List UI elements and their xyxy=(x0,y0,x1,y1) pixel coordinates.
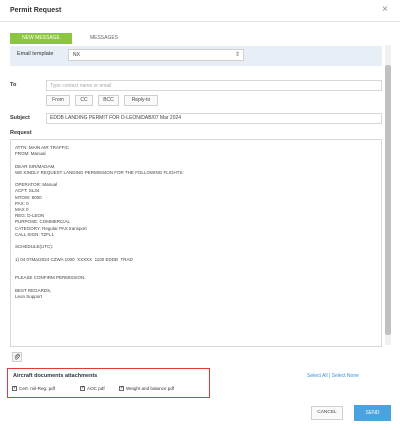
tab-new-message[interactable]: NEW MESSAGE xyxy=(10,33,72,44)
document-checkbox-cert[interactable]: Cert. mil-Reg. pdf xyxy=(12,384,55,393)
cc-button[interactable]: CC xyxy=(75,95,93,106)
attach-file-button[interactable] xyxy=(12,352,22,362)
request-label: Request xyxy=(10,130,32,136)
to-label: To xyxy=(10,82,17,88)
close-icon[interactable]: × xyxy=(382,4,388,15)
email-template-row: Email template NX ⇕ xyxy=(10,46,382,66)
scrollbar[interactable] xyxy=(385,45,391,345)
document-checkbox-aoc[interactable]: AOC pdf xyxy=(80,384,105,393)
checkbox-checked-icon[interactable] xyxy=(80,384,85,392)
document-label: Cert. mil-Reg. pdf xyxy=(19,386,55,391)
to-input[interactable] xyxy=(46,80,382,91)
document-label: Weight and balance pdf xyxy=(126,386,175,391)
checkbox-checked-icon[interactable] xyxy=(12,384,17,392)
aircraft-documents-title: Aircraft documents attachments xyxy=(13,373,98,379)
email-template-select[interactable]: NX ⇕ xyxy=(68,49,244,61)
reply-to-button[interactable]: Reply-to xyxy=(124,95,158,106)
send-button[interactable]: SEND xyxy=(354,405,391,421)
select-all-none-link[interactable]: Select All | Select None xyxy=(307,373,359,379)
dialog-header: Permit Request × xyxy=(0,0,400,22)
from-button[interactable]: From xyxy=(46,95,70,106)
document-checkbox-weight-balance[interactable]: Weight and balance pdf xyxy=(119,384,175,393)
email-template-label: Email template xyxy=(17,51,54,57)
bcc-button[interactable]: BCC xyxy=(98,95,119,106)
cancel-button[interactable]: CANCEL xyxy=(311,406,343,420)
subject-label: Subject xyxy=(10,115,30,121)
document-label: AOC pdf xyxy=(87,386,105,391)
permit-request-dialog: Permit Request × NEW MESSAGE MESSAGES Em… xyxy=(0,0,400,430)
email-template-value: NX xyxy=(73,52,80,58)
checkbox-checked-icon[interactable] xyxy=(119,384,124,392)
scrollbar-thumb[interactable] xyxy=(385,65,391,335)
paperclip-icon xyxy=(14,353,20,360)
request-line: Leon Support xyxy=(15,293,43,299)
aircraft-documents-section: Aircraft documents attachments Cert. mil… xyxy=(7,368,210,398)
select-arrows-icon: ⇕ xyxy=(234,52,240,58)
subject-input[interactable]: EDDB LANDING PERMIT FOR D-LEON/DAB/07 Ma… xyxy=(46,113,382,124)
tab-messages[interactable]: MESSAGES xyxy=(74,33,134,44)
request-textarea[interactable]: ATTN: MAIN AIR TRAFFIC FROM: Manual DEAR… xyxy=(10,139,382,347)
dialog-title: Permit Request xyxy=(10,7,62,14)
